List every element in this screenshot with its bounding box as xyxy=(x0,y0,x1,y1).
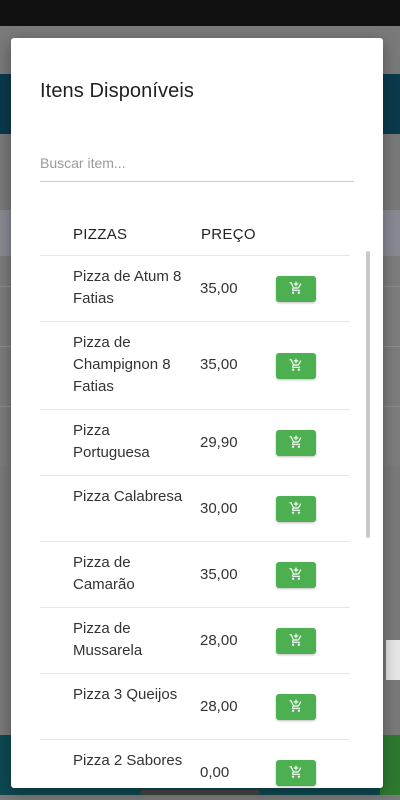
item-price: 28,00 xyxy=(200,698,238,715)
item-name: Pizza de Atum 8 Fatias xyxy=(73,268,182,307)
add-to-cart-button[interactable] xyxy=(276,760,316,786)
add-to-cart-button[interactable] xyxy=(276,353,316,379)
item-name: Pizza de Champignon 8 Fatias xyxy=(73,334,171,395)
table-row: Pizza de Mussarela 28,00 xyxy=(40,608,350,674)
home-indicator[interactable] xyxy=(140,790,260,795)
add-to-cart-button[interactable] xyxy=(276,694,316,720)
item-price: 30,00 xyxy=(200,500,238,517)
add-shopping-cart-icon xyxy=(289,567,303,584)
add-to-cart-button[interactable] xyxy=(276,496,316,522)
add-shopping-cart-icon xyxy=(289,281,303,298)
background-bottom-action xyxy=(380,735,400,795)
item-name: Pizza 3 Queijos xyxy=(73,686,178,703)
table-row: Pizza de Camarão 35,00 xyxy=(40,542,350,608)
dialog-title: Itens Disponíveis xyxy=(40,80,194,102)
table-row: Pizza de Atum 8 Fatias 35,00 xyxy=(40,256,350,322)
item-price: 0,00 xyxy=(200,764,230,781)
search-input[interactable] xyxy=(40,138,354,182)
column-header-pizzas: PIZZAS xyxy=(73,226,128,243)
item-name: Pizza Calabresa xyxy=(73,488,183,505)
table-row: Pizza Calabresa 30,00 xyxy=(40,476,350,542)
item-price: 28,00 xyxy=(200,632,238,649)
add-shopping-cart-icon xyxy=(289,501,303,518)
item-name: Pizza de Camarão xyxy=(73,554,135,593)
item-price: 29,90 xyxy=(200,434,238,451)
column-header-price: PREÇO xyxy=(201,226,256,243)
item-name: Pizza de Mussarela xyxy=(73,620,143,659)
add-shopping-cart-icon xyxy=(289,435,303,452)
add-to-cart-button[interactable] xyxy=(276,276,316,302)
item-price: 35,00 xyxy=(200,356,238,373)
add-shopping-cart-icon xyxy=(289,765,303,782)
background-side-element xyxy=(386,640,400,680)
item-name: Pizza 2 Sabores xyxy=(73,752,183,769)
table-row: Pizza de Champignon 8 Fatias 35,00 xyxy=(40,322,350,410)
table-row: Pizza 2 Sabores 0,00 xyxy=(40,740,350,788)
add-shopping-cart-icon xyxy=(289,633,303,650)
add-to-cart-button[interactable] xyxy=(276,562,316,588)
status-bar xyxy=(0,0,400,26)
item-price: 35,00 xyxy=(200,566,238,583)
available-items-dialog: Itens Disponíveis PIZZAS PREÇO Pizza de … xyxy=(11,38,383,788)
items-table: PIZZAS PREÇO Pizza de Atum 8 Fatias 35,0… xyxy=(40,208,350,788)
item-price: 35,00 xyxy=(200,280,238,297)
table-scrollbar[interactable] xyxy=(366,251,370,538)
add-shopping-cart-icon xyxy=(289,358,303,375)
add-to-cart-button[interactable] xyxy=(276,430,316,456)
table-row: Pizza Portuguesa 29,90 xyxy=(40,410,350,476)
item-name: Pizza Portuguesa xyxy=(73,422,150,461)
table-row: Pizza 3 Queijos 28,00 xyxy=(40,674,350,740)
table-header: PIZZAS PREÇO xyxy=(40,208,350,256)
add-shopping-cart-icon xyxy=(289,699,303,716)
add-to-cart-button[interactable] xyxy=(276,628,316,654)
